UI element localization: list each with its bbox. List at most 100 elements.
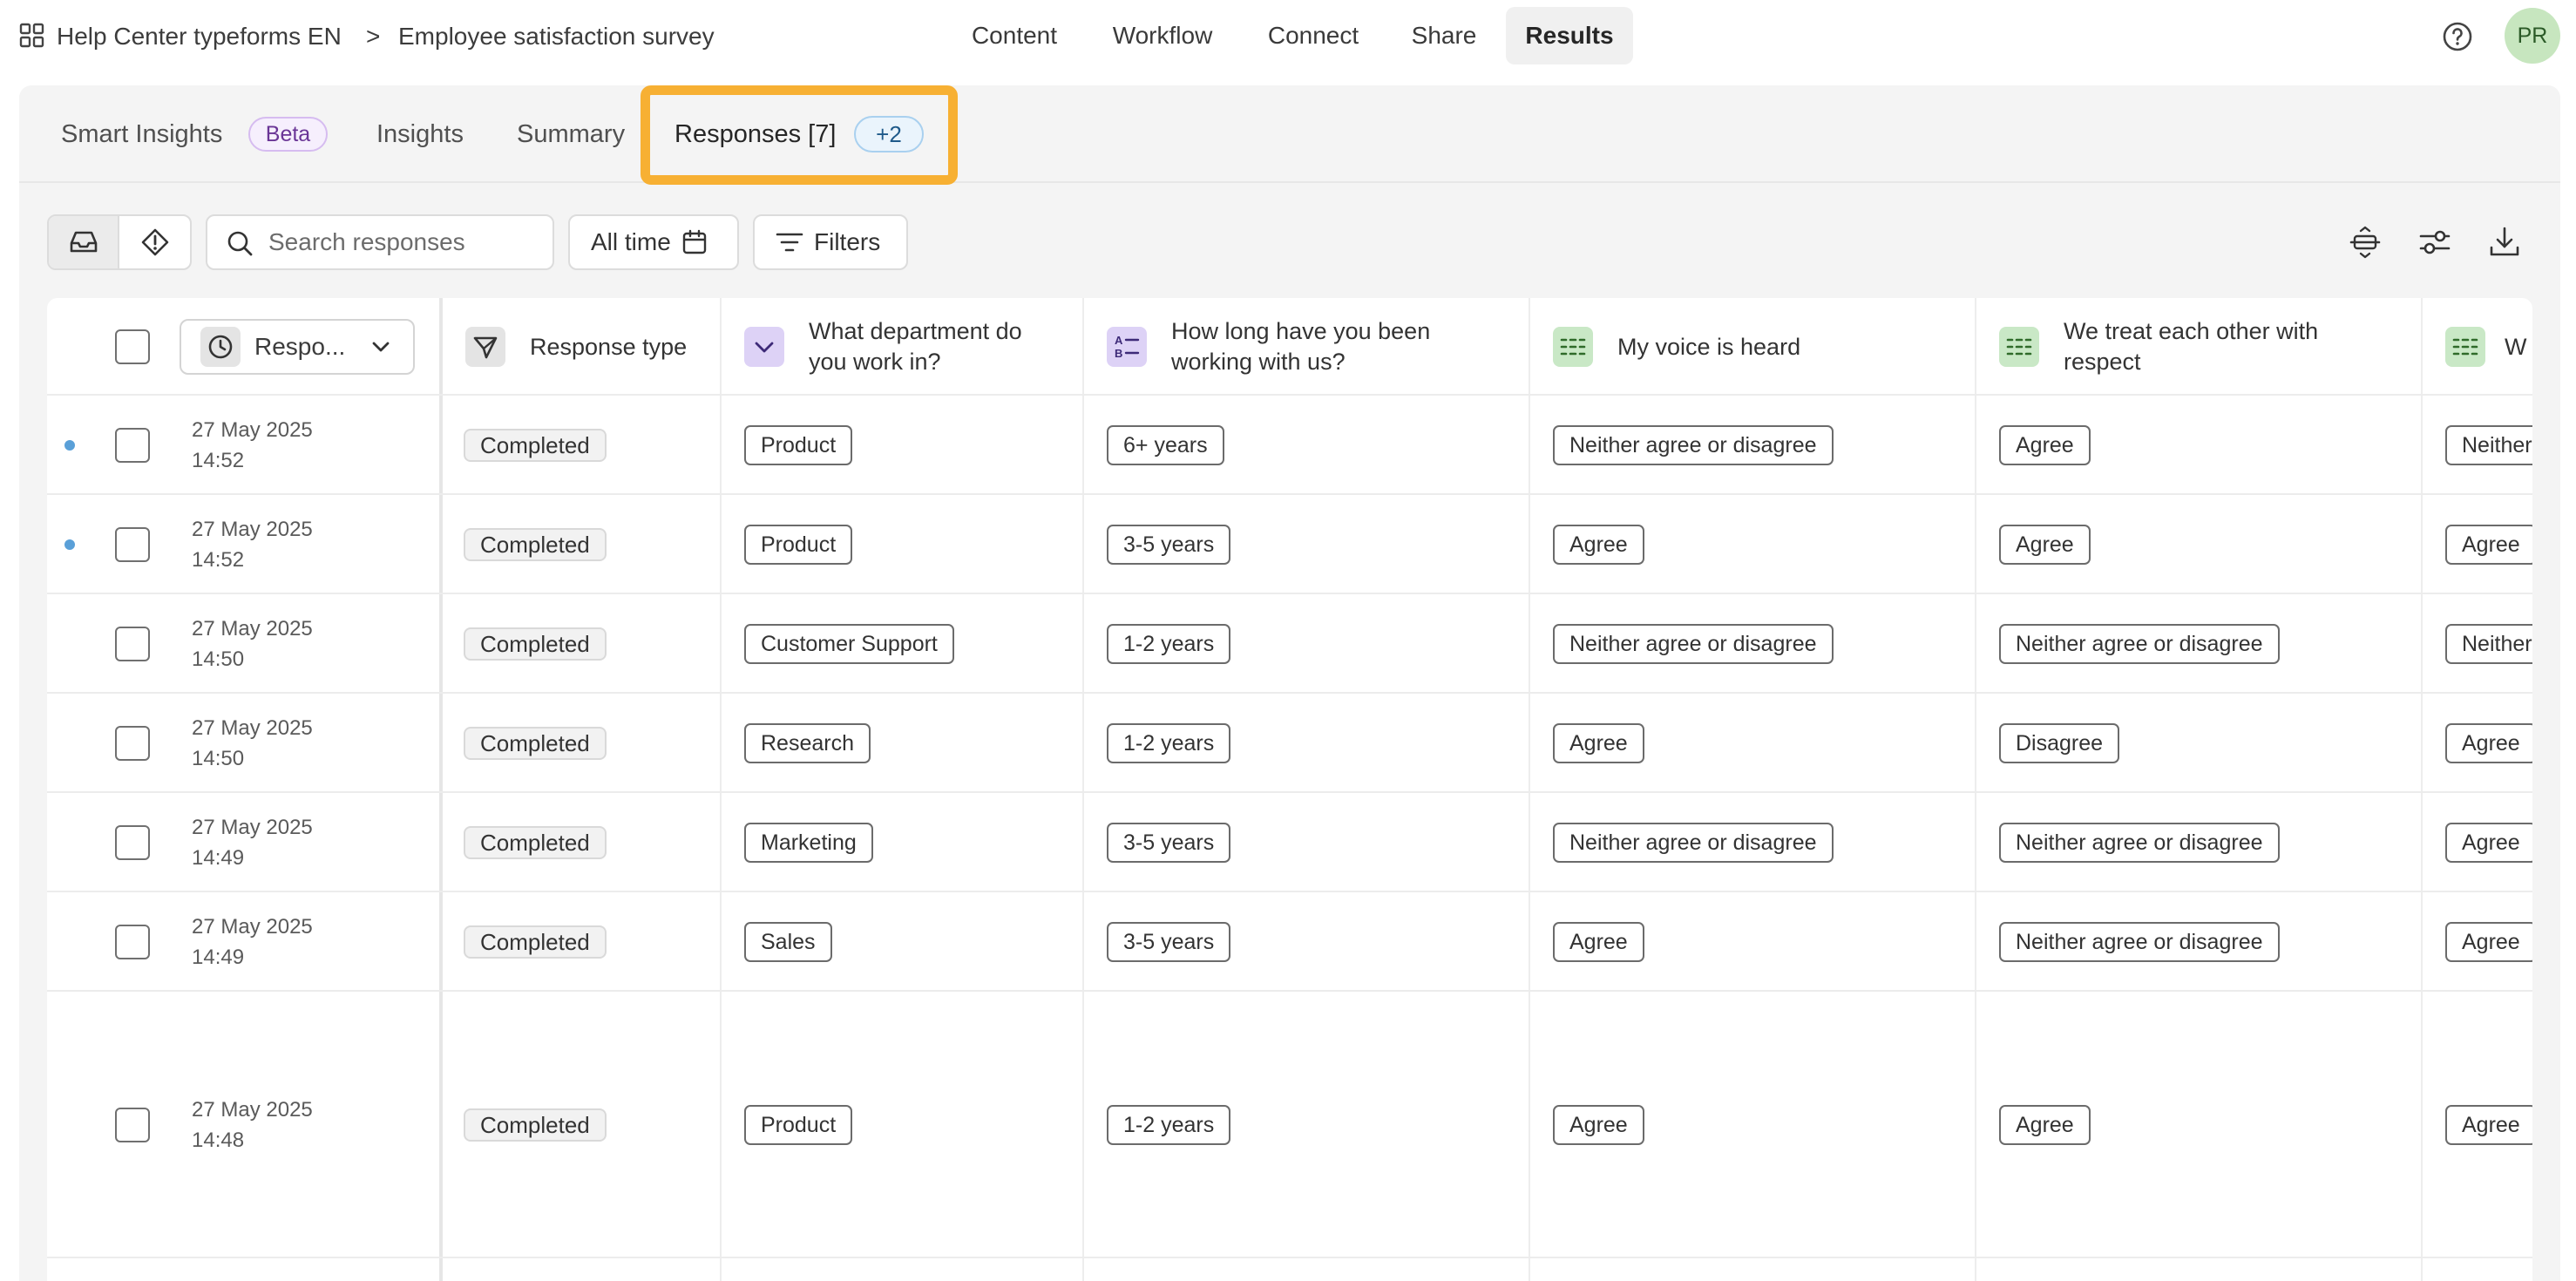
chevron-down-icon (372, 342, 390, 352)
nav-share[interactable]: Share (1400, 7, 1488, 64)
table-row[interactable]: 27 May 2025 14:49 Completed Marketing 3-… (47, 793, 2532, 892)
matrix-question-icon (1553, 327, 1593, 367)
inbox-icon (70, 231, 97, 253)
header-department[interactable]: What department do you work in? (744, 298, 1067, 396)
answer-chip: Agree (1999, 1105, 2091, 1145)
row-checkbox[interactable] (115, 825, 150, 860)
header-label: How long have you been working with us? (1171, 318, 1431, 375)
answer-chip: Research (744, 723, 871, 763)
filters-button[interactable]: Filters (753, 214, 908, 270)
table-row[interactable]: 27 May 2025 14:48 Completed Product 1-2 … (47, 992, 2532, 1258)
header-next-question[interactable]: W (2445, 298, 2532, 396)
unread-indicator (64, 440, 75, 451)
form-title[interactable]: Employee satisfaction survey (398, 0, 715, 73)
row-checkbox[interactable] (115, 925, 150, 959)
answer-chip: Agree (2445, 525, 2532, 565)
multiple-choice-icon: A B (1107, 327, 1147, 367)
header-label: My voice is heard (1617, 333, 1801, 360)
answer-chip: Neither (2445, 425, 2532, 465)
search-box (206, 214, 554, 270)
matrix-question-icon (1999, 327, 2039, 367)
response-time: 14:52 (192, 548, 245, 572)
answer-chip: Product (744, 425, 853, 465)
svg-text:A: A (1115, 334, 1123, 347)
response-date: 27 May 2025 (192, 816, 313, 839)
nav-results[interactable]: Results (1506, 7, 1633, 64)
status-badge: Completed (464, 528, 607, 561)
status-badge: Completed (464, 627, 607, 661)
table-header: Respo... Response type What department d… (47, 298, 2532, 396)
header-voice-heard[interactable]: My voice is heard (1553, 298, 1963, 396)
tab-insights[interactable]: Insights (376, 85, 464, 183)
header-tenure[interactable]: A B How long have you been working with … (1107, 298, 1516, 396)
search-input[interactable] (268, 225, 539, 260)
warning-diamond-icon (141, 228, 168, 256)
response-time: 14:50 (192, 747, 245, 770)
response-date: 27 May 2025 (192, 915, 313, 939)
table-row[interactable]: 27 May 2025 14:50 Completed Research 1-2… (47, 694, 2532, 793)
row-checkbox[interactable] (115, 1108, 150, 1142)
response-date: 27 May 2025 (192, 617, 313, 640)
answer-chip: Neither agree or disagree (1553, 823, 1834, 863)
answer-chip: Product (744, 1105, 853, 1145)
answer-chip: Agree (1553, 1105, 1644, 1145)
table-row[interactable]: 27 May 2025 14:52 Completed Product 3-5 … (47, 495, 2532, 594)
answer-chip: Agree (2445, 823, 2532, 863)
time-filter-label: All time (591, 228, 671, 255)
header-response-type[interactable]: Response type (465, 298, 709, 396)
row-checkbox[interactable] (115, 627, 150, 661)
download-icon[interactable] (2487, 225, 2522, 260)
answer-chip: Agree (1553, 922, 1644, 962)
unread-indicator (64, 539, 75, 550)
status-badge: Completed (464, 727, 607, 760)
answer-chip: 3-5 years (1107, 525, 1231, 565)
help-icon[interactable] (2440, 19, 2475, 54)
header-respect[interactable]: We treat each other with respect (1999, 298, 2409, 396)
apps-grid-icon[interactable] (19, 23, 45, 49)
status-badge: Completed (464, 1108, 607, 1142)
answer-chip: 6+ years (1107, 425, 1224, 465)
answer-chip: Agree (1553, 723, 1644, 763)
column-settings-icon[interactable] (2417, 225, 2452, 260)
breadcrumb-separator: > (366, 23, 381, 50)
user-avatar[interactable]: PR (2505, 8, 2560, 64)
row-height-icon[interactable] (2348, 225, 2383, 260)
answer-chip: Neither agree or disagree (1553, 425, 1834, 465)
tab-smart-insights[interactable]: Smart Insights (61, 85, 222, 183)
response-time: 14:52 (192, 449, 245, 472)
results-panel: Smart Insights Beta Insights Summary Res… (19, 85, 2560, 1281)
header-label: W (2505, 333, 2527, 360)
table-row[interactable]: 27 May 2025 14:52 Completed Product 6+ y… (47, 396, 2532, 495)
row-checkbox[interactable] (115, 527, 150, 562)
partial-responses-button[interactable] (119, 216, 190, 268)
table-row[interactable]: 27 May 2025 14:49 Completed Sales 3-5 ye… (47, 892, 2532, 992)
answer-chip: Neither agree or disagree (1553, 624, 1834, 664)
answer-chip: Agree (1553, 525, 1644, 565)
breadcrumb-workspace[interactable]: Help Center typeforms EN (57, 0, 342, 73)
row-checkbox[interactable] (115, 428, 150, 463)
svg-text:B: B (1115, 347, 1122, 360)
answer-chip: 3-5 years (1107, 922, 1231, 962)
inbox-view-button[interactable] (49, 216, 120, 268)
beta-badge: Beta (248, 117, 328, 152)
row-checkbox[interactable] (115, 726, 150, 761)
time-filter-button[interactable]: All time (568, 214, 739, 270)
answer-chip: Neither agree or disagree (1999, 823, 2280, 863)
header-label: We treat each other with respect (2064, 318, 2319, 375)
tab-summary[interactable]: Summary (517, 85, 625, 183)
header-label: What department do you work in? (809, 318, 1022, 375)
answer-chip: Neither agree or disagree (1999, 624, 2280, 664)
nav-content[interactable]: Content (959, 7, 1070, 64)
tab-responses[interactable]: Responses [7] (675, 85, 836, 183)
table-row[interactable]: 27 May 2025 14:50 Completed Customer Sup… (47, 594, 2532, 694)
answer-chip: 1-2 years (1107, 1105, 1231, 1145)
answer-chip: 1-2 years (1107, 723, 1231, 763)
hidden-responses-badge[interactable]: +2 (854, 116, 924, 152)
status-badge: Completed (464, 826, 607, 859)
select-all-checkbox[interactable] (115, 329, 150, 364)
nav-workflow[interactable]: Workflow (1098, 7, 1227, 64)
nav-connect[interactable]: Connect (1255, 7, 1372, 64)
sort-column-button[interactable]: Respo... (180, 319, 415, 375)
response-time: 14:50 (192, 647, 245, 671)
answer-chip: Customer Support (744, 624, 954, 664)
